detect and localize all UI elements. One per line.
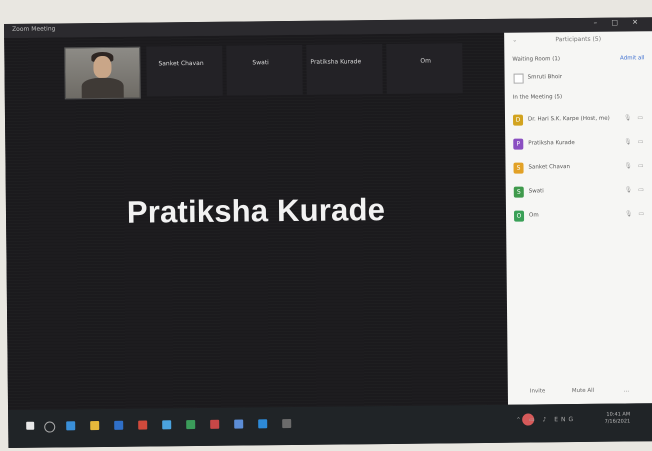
taskbar-app-icon[interactable] [186, 420, 196, 430]
panel-footer: Invite Mute All ... [508, 387, 652, 399]
thumbnail-tile[interactable]: Sanket Chavan [146, 45, 223, 97]
taskbar-app-icon[interactable] [90, 421, 100, 431]
system-tray-icons[interactable]: ⌃ ▭ ♪ ENG [516, 416, 576, 424]
participant-name: Sanket Chavan [528, 164, 570, 171]
participant-face [93, 55, 112, 79]
participant-avatar: O [513, 210, 525, 222]
thumbnail-name: Pratiksha Kurade [310, 58, 362, 66]
clock[interactable]: 10:41 AM 7/16/2021 [604, 411, 631, 425]
waiting-room-label[interactable]: Waiting Room (1) [512, 56, 560, 62]
thumbnail-name: Swati [252, 59, 269, 67]
participant-avatar: S [513, 186, 524, 198]
in-meeting-label[interactable]: In the Meeting (5) [513, 94, 562, 101]
taskbar-app-icon[interactable] [282, 419, 292, 429]
taskbar-app-icon[interactable] [210, 419, 220, 429]
participant-row[interactable]: P Pratiksha Kurade 🎙 ▭ [513, 137, 645, 150]
taskbar-app-icon[interactable] [162, 420, 172, 430]
mic-video-icons[interactable]: 🎙 ▭ [624, 138, 645, 145]
waiting-checkbox[interactable] [513, 73, 524, 84]
participant-name: Swati [528, 188, 544, 195]
mute-all-button[interactable]: Mute All [572, 388, 594, 394]
participant-name: Om [529, 212, 539, 219]
thumbnail-name: Om [420, 57, 432, 65]
thumbnail-tile[interactable]: Om [386, 43, 463, 94]
panel-header: ⌄ Participants (5) [504, 31, 652, 49]
thumbnail-name: Sanket Chavan [158, 59, 204, 68]
search-icon[interactable] [44, 421, 56, 433]
thumbnail-strip: Sanket Chavan Swati Pratiksha Kurade Om [60, 43, 501, 106]
participant-row[interactable]: S Sanket Chavan 🎙 ▭ [513, 161, 646, 174]
taskbar-app-icon[interactable] [138, 420, 148, 430]
participant-row[interactable]: O Om 🎙 ▭ [513, 209, 646, 222]
panel-title: Participants (5) [555, 35, 602, 44]
participant-name: Dr. Hari S.K. Karpe (Host, me) [527, 115, 610, 123]
window-controls[interactable]: – □ ✕ [594, 18, 645, 27]
participants-panel: ⌄ Participants (5) Waiting Room (1) Admi… [504, 31, 652, 405]
zoom-screen: Zoom Meeting – □ ✕ Sanket Chavan Swati P… [4, 17, 652, 448]
taskbar-app-icon[interactable] [114, 420, 124, 430]
admit-all-button[interactable]: Admit all [620, 55, 644, 61]
participant-avatar: S [513, 162, 524, 174]
windows-taskbar: ⌃ ▭ ♪ ENG 10:41 AM 7/16/2021 [8, 403, 652, 448]
video-stage: Sanket Chavan Swati Pratiksha Kurade Om … [4, 32, 509, 410]
participant-name: Pratiksha Kurade [528, 140, 575, 147]
thumbnail-tile[interactable]: Swati [226, 44, 303, 96]
taskbar-app-icon[interactable] [258, 419, 268, 429]
participant-avatar: P [513, 138, 524, 150]
mic-video-icons[interactable]: 🎙 ▭ [624, 114, 645, 121]
start-icon[interactable] [26, 421, 35, 430]
active-speaker-name: Pratiksha Kurade [126, 192, 386, 230]
more-options-button[interactable]: ... [624, 387, 629, 393]
clock-date: 7/16/2021 [604, 418, 631, 425]
participant-avatar: D [512, 114, 524, 126]
waiting-participant-row[interactable]: Smruti Bhoir [513, 71, 645, 84]
participant-video-thumbnail[interactable] [64, 46, 141, 100]
collapse-icon[interactable]: ⌄ [512, 33, 517, 49]
mic-video-icons[interactable]: 🎙 ▭ [625, 186, 646, 193]
window-title: Zoom Meeting [12, 25, 56, 33]
mic-video-icons[interactable]: 🎙 ▭ [625, 210, 646, 217]
taskbar-app-icon[interactable] [234, 419, 244, 429]
participant-name: Smruti Bhoir [527, 74, 563, 81]
thumbnail-tile[interactable]: Pratiksha Kurade [306, 44, 383, 95]
participant-shoulders [81, 77, 124, 99]
taskbar-app-icon[interactable] [66, 421, 76, 431]
mic-video-icons[interactable]: 🎙 ▭ [624, 162, 645, 169]
participant-row[interactable]: S Swati 🎙 ▭ [513, 185, 646, 198]
invite-button[interactable]: Invite [530, 388, 545, 394]
participant-row[interactable]: D Dr. Hari S.K. Karpe (Host, me) 🎙 ▭ [512, 113, 645, 126]
